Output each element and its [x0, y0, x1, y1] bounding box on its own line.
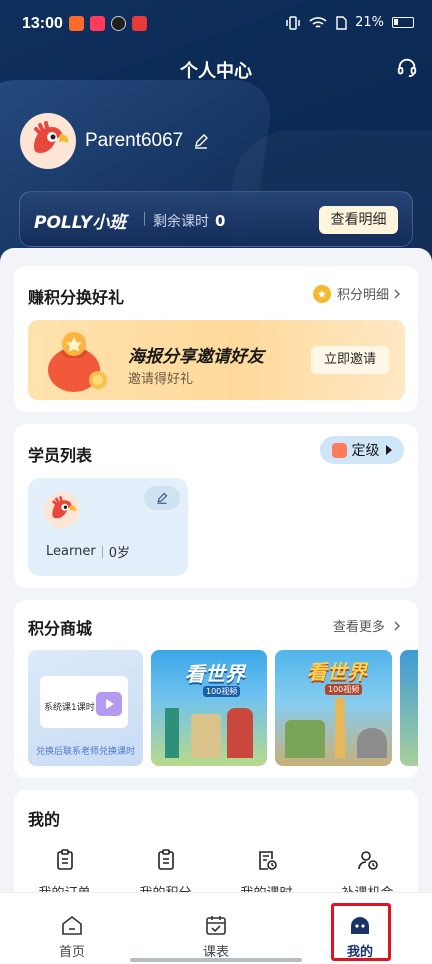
notification-icons — [69, 16, 147, 31]
caret-right-icon — [385, 445, 392, 455]
points-detail-label: 积分明细 — [336, 288, 389, 303]
makeup-icon — [357, 851, 378, 870]
sim-icon — [336, 15, 347, 30]
page-title: 个人中心 — [180, 61, 252, 82]
profile-row: Parent6067 — [20, 113, 209, 169]
level-assessment-button[interactable]: 定级 — [320, 436, 404, 464]
student-info: Learner 0岁 — [46, 542, 130, 561]
headset-icon[interactable] — [396, 56, 418, 78]
mall-item-partial[interactable] — [400, 650, 418, 766]
home-icon — [62, 915, 82, 935]
wifi-icon — [309, 16, 327, 28]
section-title: 积分商城 — [28, 619, 93, 638]
section-title: 学员列表 — [28, 446, 93, 465]
illustration-shape — [191, 714, 221, 758]
level-button-label: 定级 — [351, 443, 380, 459]
chevron-right-icon — [394, 289, 400, 298]
view-more-label: 查看更多 — [332, 620, 385, 635]
invite-headline: 海报分享邀请好友 — [128, 347, 264, 367]
student-name: Learner — [46, 544, 96, 559]
lesson-hours-icon — [258, 851, 277, 870]
edit-student-button[interactable] — [144, 486, 180, 510]
student-age: 0岁 — [108, 546, 130, 561]
vibrate-icon — [286, 15, 300, 30]
view-details-button[interactable]: 查看明细 — [319, 206, 398, 234]
home-indicator[interactable] — [130, 958, 302, 962]
points-detail-link[interactable]: 积分明细 — [312, 284, 402, 303]
section-title: 我的 — [28, 810, 61, 829]
parrot-mascot-icon — [22, 115, 74, 167]
invite-subtext: 邀请得好礼 — [128, 372, 194, 387]
illustration-shape — [335, 698, 345, 758]
product-subtitle: 100视频 — [203, 686, 241, 697]
gift-bag-icon — [48, 332, 107, 392]
invite-banner[interactable]: 海报分享邀请好友 邀请得好礼 立即邀请 — [28, 320, 405, 400]
main-content: 赚积分换好礼 积分明细 海报分享邀请好友 邀请得好礼 立即邀请 学员列表 定级 — [0, 248, 432, 964]
app-notification-icon — [90, 16, 105, 31]
points-section: 赚积分换好礼 积分明细 海报分享邀请好友 邀请得好礼 立即邀请 — [14, 266, 418, 412]
invite-now-button[interactable]: 立即邀请 — [311, 346, 389, 374]
section-title: 赚积分换好礼 — [28, 288, 125, 307]
illustration-shape — [165, 708, 179, 758]
voucher-caption: 兑换后联系老师兑换课时 — [35, 747, 135, 757]
status-time: 13:00 — [22, 15, 63, 32]
app-notification-icon — [111, 16, 126, 31]
class-hours-card: POLLY小班 剩余课时 0 查看明细 — [19, 191, 413, 247]
tab-label: 首页 — [58, 945, 85, 960]
edit-pencil-icon[interactable] — [193, 133, 209, 149]
app-notification-icon — [132, 16, 147, 31]
remaining-hours-value: 0 — [215, 212, 226, 230]
app-notification-icon — [69, 16, 84, 31]
remaining-hours-label: 剩余课时 — [153, 214, 209, 230]
level-icon — [331, 442, 347, 458]
battery-percent: 21% — [355, 15, 384, 30]
coin-icon — [312, 284, 331, 303]
username: Parent6067 — [85, 130, 184, 151]
mall-item-see-world-1[interactable]: 看世界 100视频 — [151, 650, 267, 766]
students-section: 学员列表 定级 Learner 0岁 — [14, 424, 418, 588]
student-avatar — [44, 492, 80, 528]
points-mall-section: 积分商城 查看更多 系统课1课时 兑换后联系老师兑换课时 看世界 100视频 看… — [14, 600, 418, 778]
profile-header: 13:00 21% 个人中心 Parent6067 POLLY小班 剩余课时 0… — [0, 0, 432, 270]
divider — [144, 212, 145, 226]
play-icon — [96, 692, 122, 716]
illustration-shape — [227, 708, 253, 758]
battery-icon — [392, 17, 414, 28]
voucher-title: 系统课1课时 — [44, 703, 95, 713]
edit-pencil-icon — [157, 492, 168, 504]
calendar-icon — [206, 916, 226, 935]
mall-item-see-world-2[interactable]: 看世界 100视频 — [275, 650, 392, 766]
remaining-hours: 剩余课时 0 — [153, 211, 225, 231]
illustration-shape — [357, 728, 387, 758]
mall-item-lesson-voucher[interactable]: 系统课1课时 兑换后联系老师兑换课时 — [28, 650, 143, 766]
parrot-mascot-icon — [44, 492, 80, 528]
view-more-link[interactable]: 查看更多 — [333, 616, 402, 635]
class-brand: POLLY小班 — [34, 213, 127, 233]
product-title: 看世界 — [307, 660, 367, 684]
tab-home[interactable]: 首页 — [0, 893, 144, 964]
highlight-box — [331, 903, 391, 961]
status-indicators: 21% — [285, 15, 414, 30]
student-card[interactable]: Learner 0岁 — [28, 478, 188, 576]
chevron-right-icon — [394, 621, 400, 631]
divider — [101, 545, 103, 558]
product-subtitle: 100视频 — [325, 684, 363, 695]
product-title: 看世界 — [185, 662, 245, 686]
illustration-shape — [285, 720, 325, 758]
tab-schedule[interactable]: 课表 — [144, 893, 288, 964]
order-icon — [56, 849, 73, 870]
avatar[interactable] — [20, 113, 76, 169]
status-bar: 13:00 21% — [0, 0, 432, 50]
points-icon — [157, 849, 174, 870]
